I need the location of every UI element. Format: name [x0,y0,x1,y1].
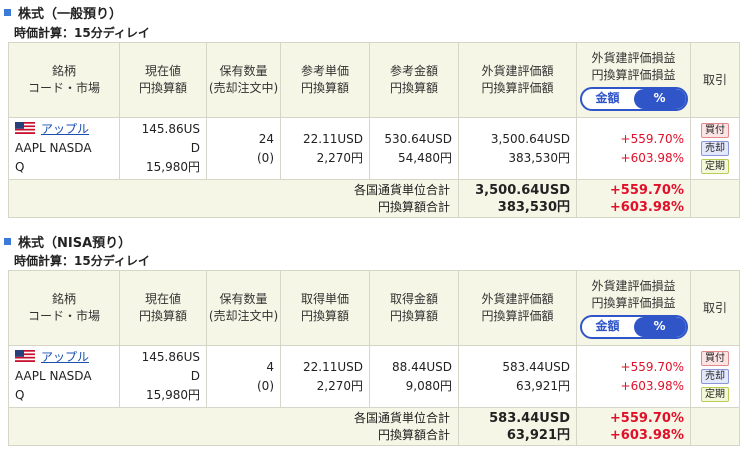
regular-button[interactable]: 定期 [701,159,729,174]
buy-button[interactable]: 買付 [701,123,729,138]
amount-percent-toggle[interactable]: 金額 % [579,314,688,339]
calc-label: 時価計算：15分ディレイ [14,26,150,40]
table-row: アップル AAPL NASDA Q 145.86US D 15,980円 4 (0) … [8,345,740,408]
us-flag-icon [15,122,35,134]
us-flag-icon [15,350,35,362]
header-valuation: 外貨建評価額 円換算評価額 [458,42,577,118]
unit-cell: 22.11USD 2,270円 [280,117,370,180]
price-cell: 145.86US D 15,980円 [119,345,207,408]
header-stock: 銘柄 コード・市場 [8,42,120,118]
totals-pl: +559.70% +603.98% [576,407,691,446]
header-unit: 取得単価 円換算額 [280,270,370,346]
trade-cell: 買付 売却 定期 [690,117,740,180]
header-price: 現在値 円換算額 [119,42,207,118]
price-cell: 145.86US D 15,980円 [119,117,207,180]
toggle-amount[interactable]: 金額 [582,89,634,109]
buy-button[interactable]: 買付 [701,351,729,366]
amount-cell: 530.64USD 54,480円 [369,117,459,180]
unit-cell: 22.11USD 2,270円 [280,345,370,408]
sell-button[interactable]: 売却 [701,141,729,156]
header-qty: 保有数量 (売却注文中) [206,270,281,346]
toggle-amount[interactable]: 金額 [582,317,634,337]
amount-percent-toggle[interactable]: 金額 % [579,86,688,111]
bullet-square-icon [4,8,11,16]
qty-cell: 4 (0) [206,345,281,408]
section-title: 株式（NISA預り） [4,232,131,251]
sell-button[interactable]: 売却 [701,369,729,384]
header-valuation: 外貨建評価額 円換算評価額 [458,270,577,346]
header-stock: 銘柄 コード・市場 [8,270,120,346]
calc-label: 時価計算：15分ディレイ [14,254,150,268]
header-trade: 取引 [690,42,740,118]
toggle-percent[interactable]: % [633,88,686,109]
holdings-table: 銘柄 コード・市場 現在値 円換算額 保有数量 (売却注文中) 取得単価 円換算額 取得… [8,270,740,446]
holdings-table: 銘柄 コード・市場 現在値 円換算額 保有数量 (売却注文中) 参考単価 円換算額 参考… [8,42,740,218]
totals-values: 3,500.64USD 383,530円 [458,179,577,218]
regular-button[interactable]: 定期 [701,387,729,402]
stock-cell: アップル AAPL NASDA Q [8,117,120,180]
totals-pl: +559.70% +603.98% [576,179,691,218]
header-amount: 取得金額 円換算額 [369,270,459,346]
trade-cell: 買付 売却 定期 [690,345,740,408]
valuation-cell: 3,500.64USD 383,530円 [458,117,577,180]
valuation-cell: 583.44USD 63,921円 [458,345,577,408]
stock-cell: アップル AAPL NASDA Q [8,345,120,408]
header-amount: 参考金額 円換算額 [369,42,459,118]
amount-cell: 88.44USD 9,080円 [369,345,459,408]
totals-row: 各国通貨単位合計 円換算額合計 583.44USD 63,921円 +559.70%… [8,407,740,446]
header-price: 現在値 円換算額 [119,270,207,346]
header-trade: 取引 [690,270,740,346]
header-qty: 保有数量 (売却注文中) [206,42,281,118]
totals-empty [690,407,740,446]
table-row: アップル AAPL NASDA Q 145.86US D 15,980円 24 (0)… [8,117,740,180]
pl-cell: +559.70% +603.98% [576,345,691,408]
pl-cell: +559.70% +603.98% [576,117,691,180]
totals-labels: 各国通貨単位合計 円換算額合計 [8,179,459,218]
stock-name-link[interactable]: アップル [41,122,89,136]
section-title: 株式（一般預り） [4,3,122,22]
totals-labels: 各国通貨単位合計 円換算額合計 [8,407,459,446]
header-pl: 外貨建評価損益 円換算評価損益 金額 % [576,270,691,346]
totals-row: 各国通貨単位合計 円換算額合計 3,500.64USD 383,530円 +559.… [8,179,740,218]
toggle-percent[interactable]: % [633,316,686,337]
stock-name-link[interactable]: アップル [41,350,89,364]
header-pl: 外貨建評価損益 円換算評価損益 金額 % [576,42,691,118]
header-unit: 参考単価 円換算額 [280,42,370,118]
qty-cell: 24 (0) [206,117,281,180]
bullet-square-icon [4,237,11,245]
totals-empty [690,179,740,218]
totals-values: 583.44USD 63,921円 [458,407,577,446]
